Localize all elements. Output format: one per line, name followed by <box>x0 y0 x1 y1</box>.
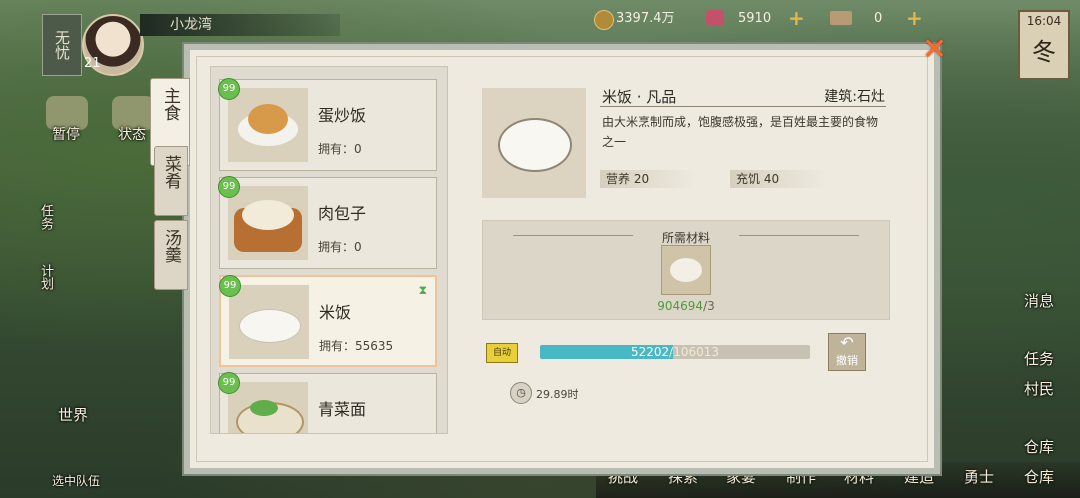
undo-arrow-icon: ↶ <box>840 333 854 352</box>
quality-badge: 99 <box>218 78 240 100</box>
quality-badge: 99 <box>219 275 241 297</box>
menu-select-team[interactable]: 选中队伍 <box>52 472 100 489</box>
recipe-owned: 拥有：0 <box>318 142 362 156</box>
recipe-card-egg-fried-rice[interactable]: 99 蛋炒饭 拥有：0 <box>218 78 437 171</box>
menu-status[interactable]: 状态 <box>118 124 146 144</box>
ticket-icon <box>830 11 852 25</box>
add-gems-button[interactable]: + <box>788 6 805 30</box>
tab-dishes[interactable]: 菜肴 <box>154 146 188 216</box>
materials-section: 所需材料 904694/3 <box>482 220 890 320</box>
nav-storage[interactable]: 仓库 <box>1024 466 1054 487</box>
quality-badge: 99 <box>218 372 240 394</box>
divider <box>600 106 886 107</box>
recipe-name: 青菜面 <box>318 400 367 419</box>
vegetable-noodles-image <box>228 382 308 433</box>
hourglass-icon: ⧗ <box>418 283 427 297</box>
food-title: 米饭 · 凡品 <box>602 88 677 106</box>
tab-label: 汤羹 <box>161 229 181 263</box>
add-tickets-button[interactable]: + <box>906 6 923 30</box>
player-level: 21 <box>84 56 101 71</box>
menu-warehouse[interactable]: 仓库 <box>1024 436 1054 457</box>
ticket-count: 0 <box>874 11 883 26</box>
quality-badge: 99 <box>218 176 240 198</box>
nav-warriors[interactable]: 勇士 <box>964 466 994 487</box>
menu-pause[interactable]: 暂停 <box>52 124 80 144</box>
progress-current: 52202 <box>630 345 670 359</box>
recipe-owned: 拥有：0 <box>318 240 362 254</box>
rice-image <box>229 285 309 359</box>
recipe-name: 米饭 <box>319 303 352 322</box>
progress-text: 52202/106013 <box>540 345 810 359</box>
recipe-name: 蛋炒饭 <box>318 106 367 125</box>
gem-count: 5910 <box>738 11 772 26</box>
progress-total: /106013 <box>669 345 720 359</box>
food-description: 由大米烹制而成，饱腹感极强，是百姓最主要的食物之一 <box>602 115 879 149</box>
coin-count: 3397.4万 <box>616 11 675 26</box>
recipe-card-meat-bun[interactable]: 99 肉包子 拥有：0 <box>218 176 437 269</box>
materials-title: 所需材料 <box>661 231 710 245</box>
cancel-label: 撤销 <box>836 354 858 367</box>
clock-time: 16:04 <box>1026 14 1062 28</box>
menu-villagers[interactable]: 村民 <box>1024 378 1054 399</box>
menu-world[interactable]: 世界 <box>58 404 88 425</box>
menu-tasks[interactable]: 任务 <box>36 204 55 230</box>
material-count: 904694/3 <box>483 299 889 313</box>
egg-fried-rice-image <box>228 88 308 162</box>
tab-soups[interactable]: 汤羹 <box>154 220 188 290</box>
recipe-card-rice[interactable]: 99 ⧗ 米饭 拥有：55635 <box>219 275 437 367</box>
material-need: /3 <box>703 299 715 313</box>
status-stamp: 无忧 <box>42 14 82 76</box>
tab-label: 菜肴 <box>161 155 181 189</box>
production-timer: 29.89时 <box>536 388 579 401</box>
recipe-list[interactable]: 99 蛋炒饭 拥有：0 99 肉包子 拥有：0 99 ⧗ 米饭 拥有：55635… <box>210 66 448 434</box>
recipe-name: 肉包子 <box>318 204 367 223</box>
coin-icon <box>594 10 614 30</box>
cancel-button[interactable]: ↶ 撤销 <box>828 333 866 371</box>
satiety-stat: 充饥 40 <box>730 170 826 188</box>
menu-messages[interactable]: 消息 <box>1024 290 1054 311</box>
menu-plan[interactable]: 计划 <box>36 264 55 290</box>
rice-sack-icon[interactable] <box>661 245 711 295</box>
season-clock[interactable]: 16:04 冬 <box>1018 10 1070 80</box>
meat-bun-image <box>228 186 308 260</box>
material-have: 904694 <box>657 299 704 313</box>
village-name: 小龙湾 <box>140 14 340 36</box>
recipe-card-vegetable-noodles[interactable]: 99 青菜面 <box>218 372 437 433</box>
season-label: 冬 <box>1032 38 1056 66</box>
recipe-owned: 拥有：55635 <box>319 339 394 353</box>
selected-food-image <box>482 88 586 198</box>
auto-toggle[interactable]: 自动 <box>486 343 518 363</box>
building-requirement: 建筑:石灶 <box>824 89 885 105</box>
tab-label: 主食 <box>160 87 180 121</box>
gem-icon <box>706 10 724 26</box>
clock-icon: ◷ <box>510 382 532 404</box>
close-icon[interactable]: ✕ <box>922 32 947 67</box>
nutrition-stat: 营养 20 <box>600 170 696 188</box>
menu-quests[interactable]: 任务 <box>1024 348 1054 369</box>
